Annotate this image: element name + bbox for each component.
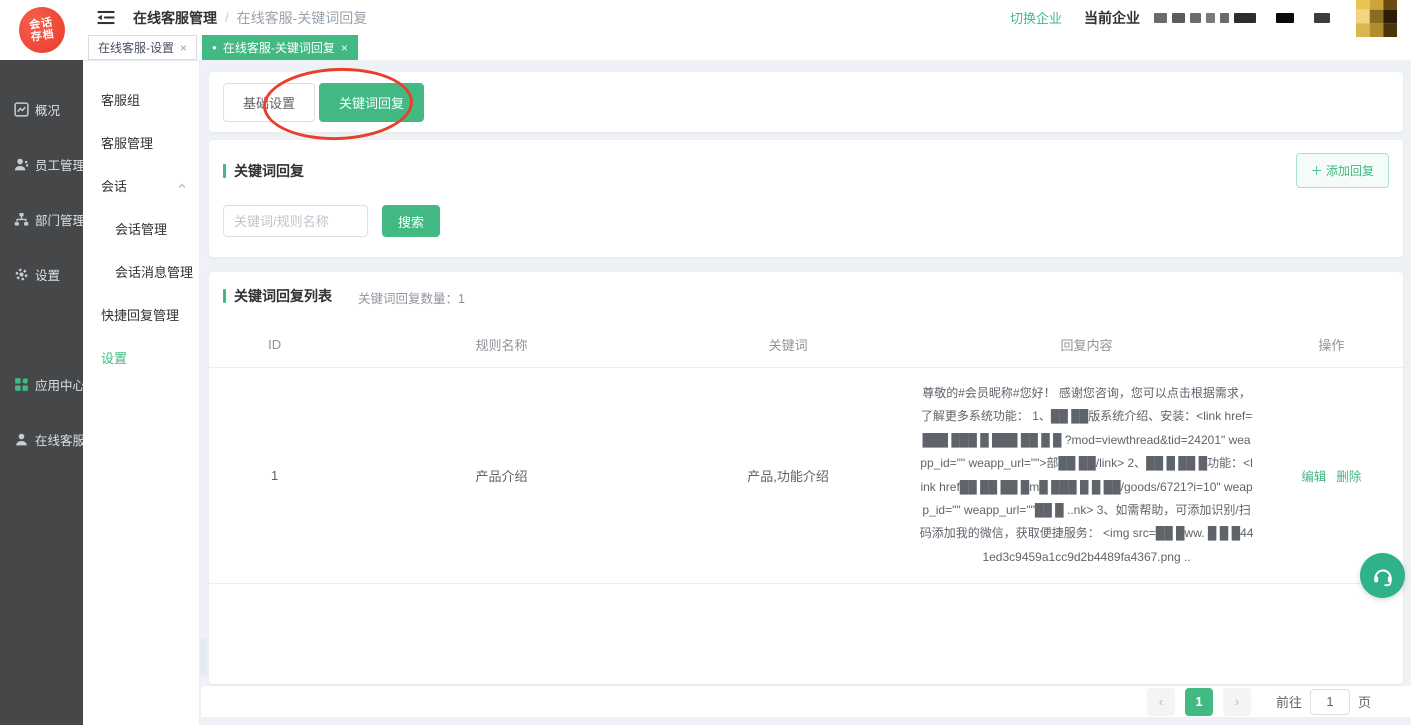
submenu-label: 会话管理 xyxy=(115,219,167,238)
breadcrumb-current: 在线客服-关键词回复 xyxy=(237,8,368,28)
submenu-item-session[interactable]: 会话 xyxy=(83,164,199,207)
sidebar-spacer xyxy=(0,302,83,357)
submenu-label: 客服管理 xyxy=(101,133,153,152)
cell-id: 1 xyxy=(209,368,340,584)
list-title-text: 关键词回复列表 xyxy=(234,286,332,306)
avatar[interactable] xyxy=(1356,0,1397,37)
section-title: 关键词回复 xyxy=(223,161,304,181)
settings-tab-card: 基础设置 关键词回复 xyxy=(209,72,1403,132)
prev-page-button[interactable]: ‹ xyxy=(1147,688,1175,716)
submenu-label: 设置 xyxy=(101,348,127,367)
content-scrollbar[interactable] xyxy=(200,638,207,676)
table-row: 1 产品介绍 产品,功能介绍 尊敬的#会员昵称#您好！ 感谢您咨询，您可以点击根… xyxy=(209,368,1403,584)
tab-label: 在线客服-关键词回复 xyxy=(223,39,335,56)
cell-keywords: 产品,功能介绍 xyxy=(663,368,914,584)
green-bar-icon xyxy=(223,164,226,178)
keyword-reply-search-card: 关键词回复 ＋ 添加回复 搜索 xyxy=(209,140,1403,257)
submenu-label: 会话消息管理 xyxy=(115,262,193,281)
sidebar-item-label: 部门管理 xyxy=(35,210,85,229)
tab-keyword-reply[interactable]: ● 在线客服-关键词回复 × xyxy=(202,35,358,60)
breadcrumb-root[interactable]: 在线客服管理 xyxy=(133,8,217,28)
logo-circle[interactable]: 会话 存档 xyxy=(16,4,68,56)
column-header-reply-content: 回复内容 xyxy=(913,323,1259,368)
chevron-up-icon xyxy=(177,181,187,191)
submenu-label: 会话 xyxy=(101,176,127,195)
top-bar: 会话 存档 在线客服管理 / 在线客服-关键词回复 切换企业 当前企业 xyxy=(0,0,1411,60)
logo-line2: 存档 xyxy=(30,28,55,43)
org-tree-icon xyxy=(14,212,29,227)
gear-icon xyxy=(14,267,29,282)
submenu-item-session-message-management[interactable]: 会话消息管理 xyxy=(83,250,199,293)
sidebar-item-departments[interactable]: 部门管理 xyxy=(0,192,83,247)
sidebar-item-settings[interactable]: 设置 xyxy=(0,247,83,302)
sidebar-item-label: 员工管理 xyxy=(35,155,85,174)
sidebar-item-label: 设置 xyxy=(35,265,60,284)
goto-page-input[interactable] xyxy=(1310,689,1350,715)
sidebar-item-label: 概况 xyxy=(35,100,60,119)
cell-reply-content: 尊敬的#会员昵称#您好！ 感谢您咨询，您可以点击根据需求，了解更多系统功能： 1… xyxy=(917,378,1255,573)
main-content: 基础设置 关键词回复 关键词回复 ＋ 添加回复 搜索 关键词回复列表 xyxy=(200,60,1411,725)
search-button[interactable]: 搜索 xyxy=(382,205,440,237)
keyword-reply-list-card: 关键词回复列表 关键词回复数量：1 ID 规则名称 关键词 回复内容 操作 xyxy=(209,272,1403,684)
submenu-item-service-management[interactable]: 客服管理 xyxy=(83,121,199,164)
staff-icon xyxy=(14,157,29,172)
pagination-bar: ‹ 1 › 前往 页 xyxy=(201,686,1411,717)
secondary-sidebar: 客服组 客服管理 会话 会话管理 会话消息管理 快捷回复管理 设置 xyxy=(83,60,200,725)
agent-icon xyxy=(14,432,29,447)
column-header-rule-name: 规则名称 xyxy=(340,323,662,368)
main-sidebar: 概况 员工管理 部门管理 设置 xyxy=(0,60,83,725)
page-unit-label: 页 xyxy=(1358,692,1371,711)
cell-actions: 编辑删除 xyxy=(1260,368,1403,584)
column-header-id: ID xyxy=(209,323,340,368)
page-1-button[interactable]: 1 xyxy=(1185,688,1213,716)
basic-settings-button[interactable]: 基础设置 xyxy=(223,83,315,122)
open-tabs-bar: 在线客服-设置 × ● 在线客服-关键词回复 × xyxy=(83,35,1411,60)
sidebar-item-overview[interactable]: 概况 xyxy=(0,82,83,137)
sidebar-item-label: 应用中心 xyxy=(35,375,85,394)
sidebar-item-label: 在线客服 xyxy=(35,430,85,449)
column-header-actions: 操作 xyxy=(1260,323,1403,368)
switch-company-link[interactable]: 切换企业 xyxy=(1010,8,1062,27)
sidebar-item-online-service[interactable]: 在线客服 xyxy=(0,412,83,467)
submenu-label: 快捷回复管理 xyxy=(101,305,179,324)
edit-link[interactable]: 编辑 xyxy=(1301,470,1326,484)
submenu-item-settings[interactable]: 设置 xyxy=(83,336,199,379)
tab-close-icon[interactable]: × xyxy=(341,41,348,55)
headset-icon xyxy=(1371,564,1395,588)
section-title-text: 关键词回复 xyxy=(234,161,304,181)
list-title: 关键词回复列表 xyxy=(223,286,332,306)
add-reply-button[interactable]: ＋ 添加回复 xyxy=(1296,153,1389,188)
table-header-row: ID 规则名称 关键词 回复内容 操作 xyxy=(209,323,1403,368)
reply-count-label: 关键词回复数量：1 xyxy=(358,288,465,307)
company-name-redacted xyxy=(1154,13,1330,23)
submenu-label: 客服组 xyxy=(101,90,140,109)
active-dot-icon: ● xyxy=(212,44,217,52)
delete-link[interactable]: 删除 xyxy=(1336,470,1361,484)
green-bar-icon xyxy=(223,289,226,303)
goto-label: 前往 xyxy=(1276,692,1302,711)
submenu-item-service-groups[interactable]: 客服组 xyxy=(83,78,199,121)
customer-service-float-button[interactable] xyxy=(1360,553,1405,598)
column-header-keyword: 关键词 xyxy=(663,323,914,368)
keyword-reply-button[interactable]: 关键词回复 xyxy=(319,83,424,122)
app-logo: 会话 存档 xyxy=(0,0,83,60)
cell-rule-name: 产品介绍 xyxy=(340,368,662,584)
submenu-item-session-management[interactable]: 会话管理 xyxy=(83,207,199,250)
current-company-label: 当前企业 xyxy=(1084,8,1140,28)
tab-close-icon[interactable]: × xyxy=(180,41,187,55)
tab-online-service-settings[interactable]: 在线客服-设置 × xyxy=(88,35,197,60)
app-center-icon xyxy=(14,377,29,392)
sidebar-item-staff[interactable]: 员工管理 xyxy=(0,137,83,192)
keyword-reply-table: ID 规则名称 关键词 回复内容 操作 1 产品介绍 产品,功能介绍 尊敬的#会… xyxy=(209,323,1403,584)
next-page-button[interactable]: › xyxy=(1223,688,1251,716)
keyword-search-input[interactable] xyxy=(223,205,368,237)
trend-chart-icon xyxy=(14,102,29,117)
sidebar-item-app-center[interactable]: 应用中心 xyxy=(0,357,83,412)
breadcrumb-row: 在线客服管理 / 在线客服-关键词回复 切换企业 当前企业 xyxy=(83,0,1411,35)
collapse-sidebar-icon[interactable] xyxy=(97,10,115,25)
breadcrumb-separator: / xyxy=(225,10,229,25)
submenu-item-quick-reply-management[interactable]: 快捷回复管理 xyxy=(83,293,199,336)
tab-label: 在线客服-设置 xyxy=(98,39,174,56)
